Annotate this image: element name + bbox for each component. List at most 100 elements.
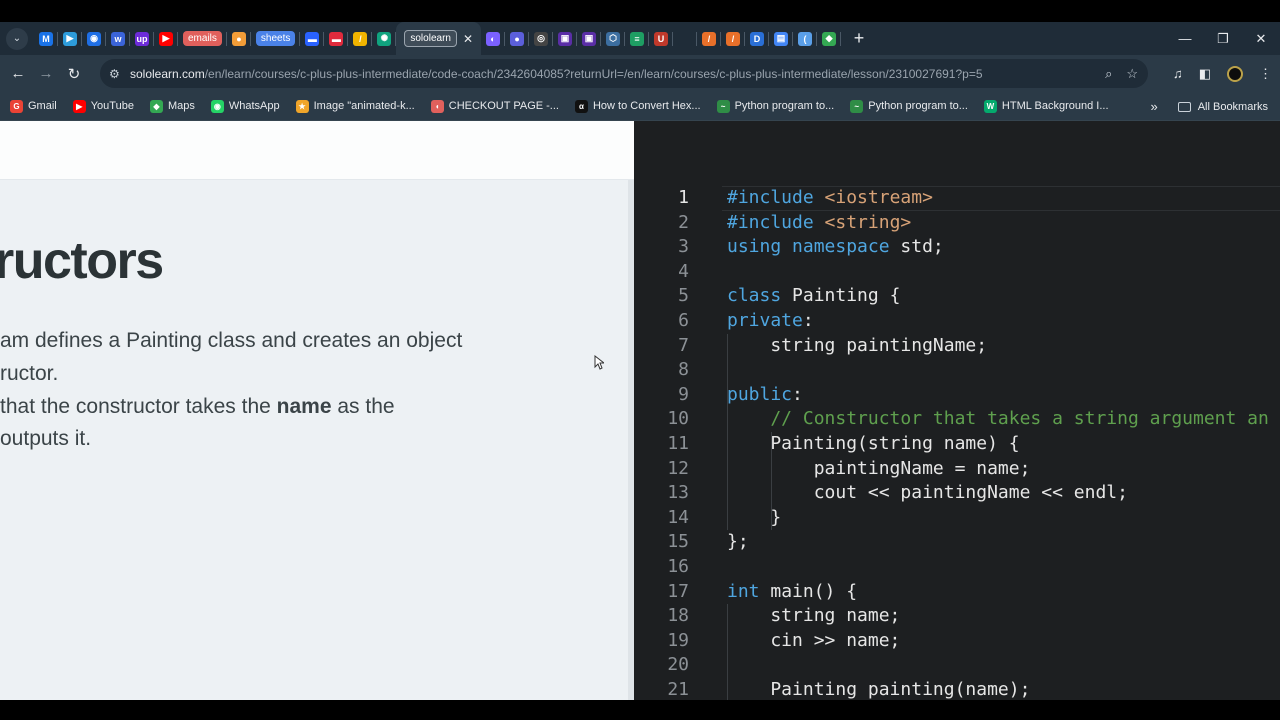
bookmark-item[interactable]: α How to Convert Hex... xyxy=(574,99,701,113)
browser-tab[interactable]: / xyxy=(697,22,722,55)
browser-tab[interactable]: ⬡ xyxy=(601,22,626,55)
code-line[interactable]: 21 Painting painting(name); xyxy=(634,678,1280,703)
menu-kebab-icon[interactable]: ⋮ xyxy=(1259,66,1272,82)
site-info-icon[interactable]: ⚙ xyxy=(109,67,123,81)
tab-favicon-icon: ≡ xyxy=(630,31,645,46)
tab-close-icon[interactable]: ✕ xyxy=(463,32,473,46)
line-number: 8 xyxy=(678,359,689,381)
browser-tab[interactable]: ( xyxy=(793,22,818,55)
code-line[interactable]: 9 public: xyxy=(634,383,1280,408)
code-line[interactable]: 1 #include <iostream> xyxy=(634,186,1280,211)
code-line[interactable]: 17 int main() { xyxy=(634,580,1280,605)
media-control-icon[interactable]: ♫ xyxy=(1173,66,1183,81)
code-token: }; xyxy=(727,531,749,553)
forward-button[interactable]: → xyxy=(32,65,60,82)
url-text[interactable]: sololearn.com/en/learn/courses/c-plus-pl… xyxy=(130,67,983,81)
browser-tab[interactable]: ◉ xyxy=(82,22,106,55)
address-bar[interactable]: ⚙ sololearn.com/en/learn/courses/c-plus-… xyxy=(100,59,1148,88)
code-line[interactable]: 16 xyxy=(634,555,1280,580)
browser-tab[interactable]: ▶ xyxy=(154,22,178,55)
bookmark-star-icon[interactable]: ☆ xyxy=(1126,66,1138,82)
tab-group-label: sololearn xyxy=(404,30,457,47)
close-window-button[interactable]: ✕ xyxy=(1242,31,1280,47)
code-line[interactable]: 15}; xyxy=(634,530,1280,555)
browser-tab[interactable]: up xyxy=(130,22,154,55)
code-line[interactable]: 5 class Painting { xyxy=(634,284,1280,309)
code-line[interactable]: 4 xyxy=(634,260,1280,285)
lesson-header xyxy=(0,121,634,180)
browser-tab[interactable]: ≡ xyxy=(625,22,650,55)
code-line[interactable]: 8 xyxy=(634,358,1280,383)
line-number: 6 xyxy=(678,310,689,331)
bookmark-label: Python program to... xyxy=(734,100,835,112)
all-bookmarks-label: All Bookmarks xyxy=(1197,100,1268,113)
text-segment: ructor. xyxy=(0,362,59,385)
bookmark-favicon-icon: ▶ xyxy=(72,99,86,113)
code-line[interactable]: 19 cin >> name; xyxy=(634,629,1280,654)
code-line[interactable]: 10 // Constructor that takes a string ar… xyxy=(634,407,1280,432)
browser-tab[interactable]: ▤ xyxy=(769,22,794,55)
browser-tab[interactable]: ▬ xyxy=(324,22,349,55)
zoom-icon[interactable]: ⌕ xyxy=(1105,66,1112,82)
profile-avatar[interactable] xyxy=(1227,65,1243,82)
back-button[interactable]: ← xyxy=(4,65,32,82)
code-editor[interactable]: 1 #include <iostream> 2 #include <string> 3 u… xyxy=(634,121,1280,703)
browser-tab[interactable]: / xyxy=(721,22,746,55)
browser-tab[interactable]: U xyxy=(649,22,674,55)
browser-tab[interactable]: M xyxy=(34,22,58,55)
new-tab-button[interactable]: + xyxy=(849,28,869,49)
bookmarks-overflow-button[interactable]: » xyxy=(1150,99,1157,114)
bookmark-item[interactable]: ~ Python program to... xyxy=(850,99,968,113)
bookmark-item[interactable]: ◖ CHECKOUT PAGE -... xyxy=(430,99,559,113)
restore-button[interactable]: ❐ xyxy=(1204,31,1242,47)
bookmark-item[interactable]: ~ Python program to... xyxy=(716,99,835,113)
bookmark-item[interactable]: G Gmail xyxy=(10,99,57,113)
bookmark-item[interactable]: ▶ YouTube xyxy=(72,99,134,113)
code-line[interactable]: 7 string paintingName; xyxy=(634,334,1280,359)
letterbox-bottom xyxy=(0,700,1280,720)
code-line[interactable]: 3 using namespace std; xyxy=(634,235,1280,260)
text-segment: as the xyxy=(331,395,395,418)
tab-active[interactable]: sololearn ✕ xyxy=(396,22,482,55)
code-text: paintingName = name; xyxy=(727,457,1031,482)
browser-tab[interactable]: w xyxy=(106,22,130,55)
code-token: // Constructor that takes a string argum… xyxy=(727,408,1269,430)
code-token: string name; xyxy=(727,605,901,627)
browser-tab[interactable]: ▬ xyxy=(300,22,325,55)
browser-tab[interactable]: ◐ xyxy=(481,22,506,55)
browser-tab[interactable]: ◎ xyxy=(529,22,554,55)
browser-tab[interactable]: / xyxy=(348,22,373,55)
reload-button[interactable]: ↻ xyxy=(60,65,88,83)
code-line[interactable]: 20 xyxy=(634,653,1280,678)
bookmark-label: HTML Background I... xyxy=(1001,100,1109,112)
code-line[interactable]: 11 Painting(string name) { xyxy=(634,432,1280,457)
text-segment: that the constructor takes the xyxy=(0,395,277,418)
tab-search-button[interactable]: ⌄ xyxy=(6,27,28,50)
browser-tab[interactable]: ▣ xyxy=(577,22,602,55)
browser-tab[interactable]: ▣ xyxy=(553,22,578,55)
browser-tab[interactable]: D xyxy=(745,22,770,55)
browser-tab[interactable]: emails xyxy=(178,22,227,55)
browser-tab[interactable]: sheets xyxy=(251,22,301,55)
minimize-button[interactable]: — xyxy=(1166,31,1204,46)
code-line[interactable]: 14 } xyxy=(634,506,1280,531)
bookmark-item[interactable]: ★ Image "animated-k... xyxy=(295,99,415,113)
code-line[interactable]: 12 paintingName = name; xyxy=(634,457,1280,482)
side-panel-icon[interactable]: ◧ xyxy=(1199,66,1211,82)
browser-tab[interactable]: ● xyxy=(227,22,251,55)
browser-tab[interactable]: ◆ xyxy=(817,22,842,55)
code-line[interactable]: 13 cout << paintingName << endl; xyxy=(634,481,1280,506)
tab-favicon-icon: U xyxy=(654,31,669,46)
code-line[interactable]: 18 string name; xyxy=(634,604,1280,629)
bookmark-item[interactable]: ◉ WhatsApp xyxy=(210,99,280,113)
bookmark-item[interactable]: W HTML Background I... xyxy=(983,99,1109,113)
code-line[interactable]: 2 #include <string> xyxy=(634,211,1280,236)
browser-tab[interactable]: ✺ xyxy=(372,22,397,55)
browser-tab[interactable]: ● xyxy=(505,22,530,55)
code-line[interactable]: 6 private: xyxy=(634,309,1280,334)
all-bookmarks-button[interactable]: All Bookmarks xyxy=(1177,100,1268,113)
code-token: cout << paintingName << endl; xyxy=(727,482,1128,504)
bookmark-item[interactable]: ◆ Maps xyxy=(149,99,195,113)
browser-tab[interactable] xyxy=(673,22,698,55)
browser-tab[interactable]: ▶ xyxy=(58,22,82,55)
